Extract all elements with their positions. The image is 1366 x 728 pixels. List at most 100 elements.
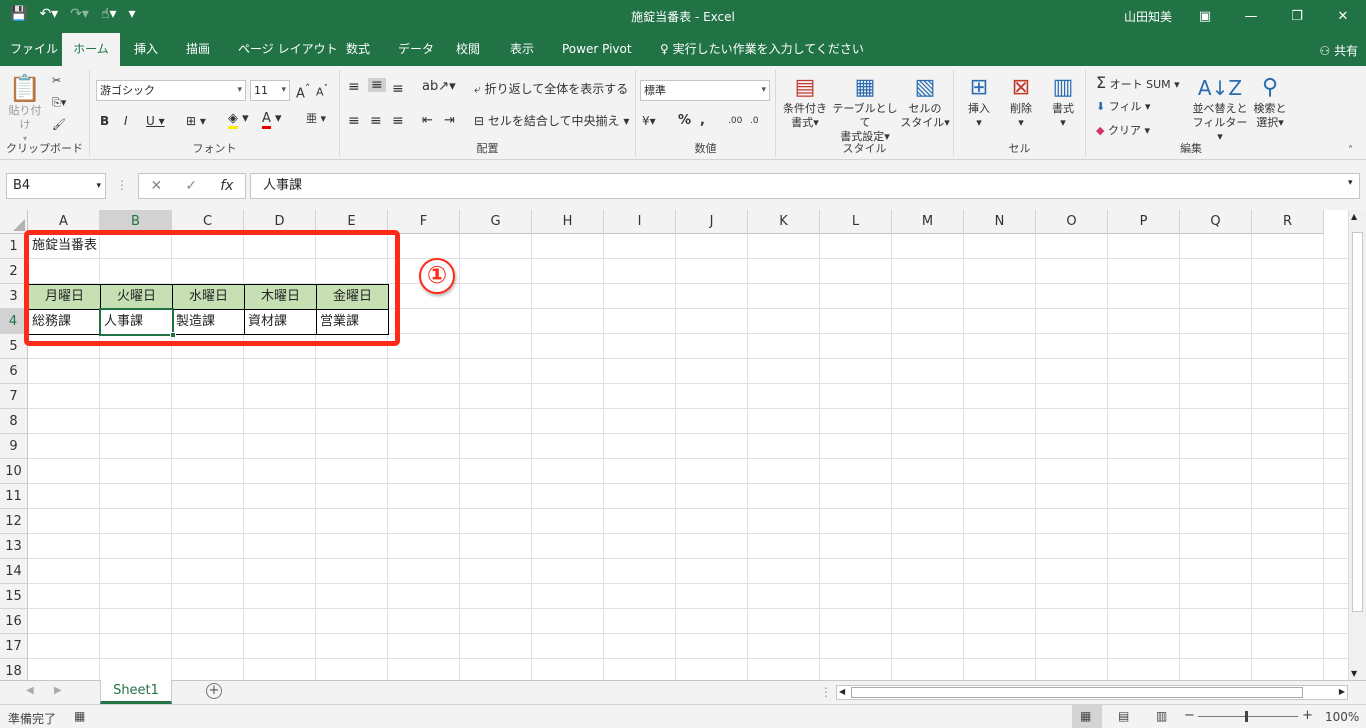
formula-input[interactable]: 人事課 [250, 173, 1360, 199]
format-cells-button[interactable]: ▥ 書式 ▾ [1044, 74, 1082, 130]
insert-function-icon[interactable]: fx [220, 178, 233, 194]
column-header-P[interactable]: P [1108, 210, 1180, 234]
minimize-button[interactable]: — [1228, 0, 1274, 33]
user-name[interactable]: 山田知美 [1124, 8, 1172, 25]
row-header-13[interactable]: 13 [0, 534, 28, 559]
format-painter-icon[interactable]: 🖌 [52, 118, 66, 132]
borders-icon[interactable]: ⊞ ▾ [186, 114, 206, 128]
bold-button[interactable]: B [100, 114, 109, 128]
horizontal-scrollbar[interactable]: ◀ ▶ [836, 685, 1348, 700]
tab-power-pivot[interactable]: Power Pivot [554, 33, 640, 66]
row-header-15[interactable]: 15 [0, 584, 28, 609]
increase-decimal-icon[interactable]: .00 [728, 114, 742, 128]
zoom-slider[interactable] [1198, 716, 1298, 717]
tab-insert[interactable]: 挿入 [126, 33, 166, 66]
restore-button[interactable]: ❐ [1274, 0, 1320, 33]
tab-data[interactable]: データ [390, 33, 442, 66]
scroll-up-icon[interactable]: ▲ [1351, 212, 1357, 221]
tab-home[interactable]: ホーム [62, 33, 120, 66]
column-header-M[interactable]: M [892, 210, 964, 234]
cancel-icon[interactable]: ✕ [151, 178, 163, 194]
column-header-Q[interactable]: Q [1180, 210, 1252, 234]
collapse-ribbon-icon[interactable]: ˄ [1348, 144, 1353, 158]
phonetic-icon[interactable]: 亜 ▾ [306, 112, 326, 126]
column-header-N[interactable]: N [964, 210, 1036, 234]
comma-icon[interactable]: , [700, 114, 705, 128]
page-break-view-icon[interactable]: ▥ [1156, 709, 1167, 723]
row-header-14[interactable]: 14 [0, 559, 28, 584]
tell-me-box[interactable]: ♀ 実行したい作業を入力してください [652, 33, 872, 66]
bottom-align-icon[interactable]: ≡ [392, 82, 404, 96]
align-right-icon[interactable]: ≡ [392, 114, 404, 128]
increase-indent-icon[interactable]: ⇥ [444, 114, 455, 128]
copy-icon[interactable]: ⎘▾ [52, 96, 66, 110]
insert-cells-button[interactable]: ⊞ 挿入 ▾ [960, 74, 998, 130]
format-as-table-button[interactable]: ▦ テーブルとして 書式設定▾ [830, 74, 900, 144]
expand-formula-bar-icon[interactable]: ▾ [1348, 178, 1353, 188]
tab-draw[interactable]: 描画 [178, 33, 218, 66]
tab-formulas[interactable]: 数式 [338, 33, 378, 66]
zoom-in-icon[interactable]: + [1302, 708, 1313, 723]
row-header-18[interactable]: 18 [0, 659, 28, 680]
macro-record-icon[interactable]: ▦ [74, 709, 85, 723]
column-header-O[interactable]: O [1036, 210, 1108, 234]
column-header-J[interactable]: J [676, 210, 748, 234]
vertical-scroll-thumb[interactable] [1352, 232, 1363, 612]
clear-button[interactable]: ◆ クリア ▾ [1096, 124, 1150, 138]
worksheet-grid[interactable]: ABCDEFGHIJKLMNOPQR 1 2 3 4 5 6 7 8 9 10 11 12 13 14 15… [0, 210, 1366, 680]
column-header-H[interactable]: H [532, 210, 604, 234]
number-format-combo[interactable]: 標準 ▾ [640, 80, 770, 101]
name-box-dropdown-icon[interactable]: ▾ [96, 174, 101, 198]
scroll-left-icon[interactable]: ◀ [839, 687, 845, 696]
italic-button[interactable]: I [124, 114, 128, 128]
row-header-11[interactable]: 11 [0, 484, 28, 509]
vertical-scrollbar[interactable]: ▲ ▼ [1348, 210, 1366, 680]
normal-view-button[interactable]: ▦ [1072, 705, 1102, 728]
fill-button[interactable]: ⬇ フィル ▾ [1096, 100, 1151, 114]
horizontal-scroll-thumb[interactable] [851, 687, 1303, 698]
prev-sheet-icon[interactable]: ◀ [26, 685, 34, 696]
font-name-combo[interactable]: 游ゴシック ▾ [96, 80, 246, 101]
sheet-tab-sheet1[interactable]: Sheet1 [100, 680, 172, 704]
find-select-button[interactable]: ⚲ 検索と 選択▾ [1250, 74, 1290, 130]
autosum-button[interactable]: Σ オート SUM ▾ [1096, 75, 1180, 92]
delete-cells-button[interactable]: ⊠ 削除 ▾ [1002, 74, 1040, 130]
row-header-7[interactable]: 7 [0, 384, 28, 409]
column-header-L[interactable]: L [820, 210, 892, 234]
column-header-I[interactable]: I [604, 210, 676, 234]
row-header-16[interactable]: 16 [0, 609, 28, 634]
align-center-icon[interactable]: ≡ [370, 114, 382, 128]
scroll-right-icon[interactable]: ▶ [1339, 687, 1345, 696]
ribbon-display-options-icon[interactable]: ▣ [1182, 0, 1228, 33]
zoom-level[interactable]: 100% [1325, 710, 1359, 724]
tab-file[interactable]: ファイル [2, 33, 66, 66]
decrease-decimal-icon[interactable]: .0 [750, 114, 759, 128]
cut-icon[interactable]: ✂ [52, 74, 61, 88]
close-button[interactable]: ✕ [1320, 0, 1366, 33]
row-header-17[interactable]: 17 [0, 634, 28, 659]
scroll-down-icon[interactable]: ▼ [1351, 669, 1357, 678]
column-header-F[interactable]: F [388, 210, 460, 234]
enter-icon[interactable]: ✓ [185, 178, 197, 194]
select-all-corner[interactable] [0, 210, 28, 234]
tab-page-layout[interactable]: ページ レイアウト [230, 33, 346, 66]
page-layout-view-icon[interactable]: ▤ [1118, 709, 1129, 723]
align-left-icon[interactable]: ≡ [348, 114, 360, 128]
row-header-9[interactable]: 9 [0, 434, 28, 459]
shrink-font-icon[interactable]: A˅ [316, 82, 328, 100]
orientation-icon[interactable]: ab↗▾ [422, 80, 456, 94]
column-header-K[interactable]: K [748, 210, 820, 234]
percent-icon[interactable]: % [678, 114, 691, 128]
cell-styles-button[interactable]: ▧ セルの スタイル▾ [900, 74, 950, 130]
column-header-G[interactable]: G [460, 210, 532, 234]
paste-button[interactable]: 📋 貼り付け ▾ [4, 74, 46, 146]
row-header-10[interactable]: 10 [0, 459, 28, 484]
sort-filter-button[interactable]: A↓Z 並べ替えと フィルター▾ [1190, 74, 1250, 144]
share-button[interactable]: ⚇ 共有 [1319, 42, 1358, 59]
tab-review[interactable]: 校閲 [448, 33, 488, 66]
tab-view[interactable]: 表示 [502, 33, 542, 66]
row-header-6[interactable]: 6 [0, 359, 28, 384]
next-sheet-icon[interactable]: ▶ [54, 685, 62, 696]
conditional-format-button[interactable]: ▤ 条件付き 書式▾ [780, 74, 830, 130]
wrap-text-button[interactable]: ⤶ 折り返して全体を表示する [474, 82, 628, 96]
